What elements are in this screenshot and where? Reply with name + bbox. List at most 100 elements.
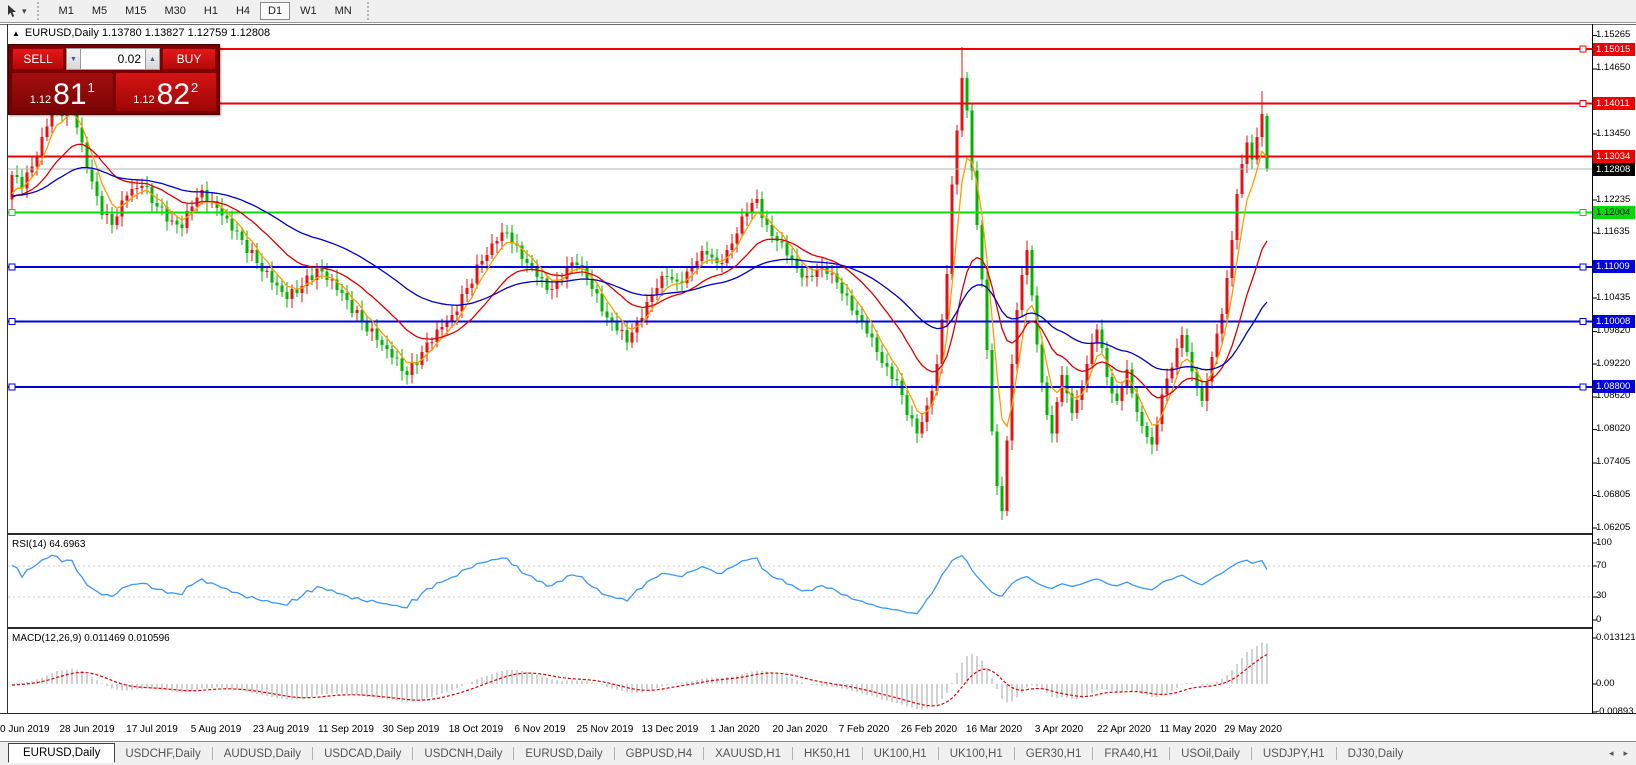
price-axis: 1.15265 1.14650 1.13450 1.12235 1.11635 1.104… (1593, 0, 1636, 765)
chart-canvas[interactable] (0, 0, 1636, 765)
chart-tab-usdcnh-daily[interactable]: USDCNH,Daily (414, 745, 512, 763)
price-tick-label: 1.13450 (1596, 128, 1631, 139)
chart-tab-xauusd-h1[interactable]: XAUUSD,H1 (705, 745, 791, 763)
chart-tab-uk100-h1[interactable]: UK100,H1 (864, 745, 937, 763)
price-tick-label: 1.06805 (1596, 489, 1631, 500)
chevron-down-icon[interactable]: ▾ (22, 6, 27, 17)
toolbar-grip (36, 2, 44, 20)
rsi-tick-label: 30 (1596, 590, 1607, 601)
date-label: 10 Jun 2019 (0, 724, 50, 735)
tabs-scroll-left-icon[interactable]: ◂ (1609, 748, 1614, 759)
chart-tab-ger30-h1[interactable]: GER30,H1 (1016, 745, 1092, 763)
rsi-tick-label: 100 (1596, 537, 1612, 548)
date-axis: 10 Jun 2019 28 Jun 2019 17 Jul 2019 5 Aug 2… (0, 714, 1636, 741)
date-label: 18 Oct 2019 (448, 724, 504, 735)
sell-price-pip: 1 (87, 80, 95, 95)
tab-separator (1335, 747, 1337, 760)
tab-separator (1092, 747, 1094, 760)
timeframe-button-m15[interactable]: M15 (117, 2, 154, 20)
cursor-tool-icon[interactable] (2, 2, 22, 20)
tab-separator (703, 747, 705, 760)
chart-tab-gbpusd-h4[interactable]: GBPUSD,H4 (616, 745, 702, 763)
date-label: 26 Feb 2020 (900, 724, 958, 735)
date-label: 28 Jun 2019 (59, 724, 115, 735)
date-label: 20 Jan 2020 (772, 724, 828, 735)
chart-tab-dj30-daily[interactable]: DJ30,Daily (1338, 745, 1414, 763)
buy-price-pip: 2 (191, 80, 199, 95)
price-tick-label: 1.11635 (1596, 226, 1630, 237)
chart-tab-usdcad-daily[interactable]: USDCAD,Daily (314, 745, 411, 763)
chart-tab-eurusd-daily[interactable]: EURUSD,Daily (8, 742, 116, 763)
volume-down-button[interactable]: ▼ (66, 48, 81, 70)
sell-button[interactable]: SELL (12, 48, 64, 70)
price-line-badge: 1.15015 (1593, 43, 1635, 56)
collapse-arrow-icon[interactable]: ▲ (12, 29, 20, 38)
chart-tab-hk50-h1[interactable]: HK50,H1 (794, 745, 861, 763)
price-line-badge: 1.10008 (1593, 315, 1635, 328)
chart-tab-eurusd-daily[interactable]: EURUSD,Daily (515, 745, 612, 763)
buy-price-small: 1.12 (133, 94, 155, 106)
date-label: 3 Apr 2020 (1034, 724, 1084, 735)
tabs-scroll-right-icon[interactable]: ▸ (1623, 748, 1628, 759)
chart-tab-usdchf-daily[interactable]: USDCHF,Daily (115, 745, 210, 763)
chart-tab-audusd-daily[interactable]: AUDUSD,Daily (214, 745, 311, 763)
price-tick-label: 1.10435 (1596, 292, 1631, 303)
timeframe-button-w1[interactable]: W1 (292, 2, 325, 20)
volume-up-button[interactable]: ▲ (145, 48, 160, 70)
timeframe-button-h4[interactable]: H4 (228, 2, 258, 20)
date-label: 13 Dec 2019 (641, 724, 699, 735)
date-label: 25 Nov 2019 (576, 724, 634, 735)
price-tick-label: 1.08020 (1596, 423, 1631, 434)
timeframe-button-mn[interactable]: MN (327, 2, 360, 20)
date-label: 11 Sep 2019 (318, 724, 374, 735)
rsi-tick-label: 0 (1596, 614, 1602, 625)
macd-tick-label: 0.00 (1596, 678, 1615, 689)
chart-tab-usdjpy-h1[interactable]: USDJPY,H1 (1253, 745, 1335, 763)
rsi-tick-label: 70 (1596, 560, 1607, 571)
timeframe-button-m30[interactable]: M30 (157, 2, 194, 20)
date-label: 11 May 2020 (1159, 724, 1217, 735)
chart-tab-uk100-h1[interactable]: UK100,H1 (940, 745, 1013, 763)
date-label: 23 Aug 2019 (252, 724, 310, 735)
price-tick-label: 1.07405 (1596, 456, 1631, 467)
date-label: 17 Jul 2019 (126, 724, 178, 735)
rsi-layer (8, 554, 1592, 615)
buy-button[interactable]: BUY (162, 48, 216, 70)
date-label: 5 Aug 2019 (190, 724, 242, 735)
chart-tab-usoil-daily[interactable]: USOil,Daily (1171, 745, 1250, 763)
rsi-label: RSI(14) 64.6963 (12, 539, 86, 550)
moving-averages-layer (11, 112, 1268, 428)
price-line-badge: 1.14011 (1593, 97, 1635, 110)
sell-price-display[interactable]: 1.12 81 1 (12, 73, 113, 111)
sell-price-small: 1.12 (29, 94, 52, 106)
price-line-badge: 1.13034 (1593, 150, 1635, 163)
macd-label: MACD(12,26,9) 0.011469 0.010596 (12, 633, 170, 644)
tab-separator (211, 747, 213, 760)
timeframe-button-h1[interactable]: H1 (196, 2, 226, 20)
price-tick-label: 1.12235 (1596, 194, 1631, 205)
date-label: 29 May 2020 (1224, 724, 1282, 735)
price-line-badge: 1.12004 (1593, 206, 1635, 219)
horizontal-lines-layer (8, 45, 1592, 391)
price-tick-label: 1.14650 (1596, 62, 1631, 73)
tab-separator (1250, 747, 1252, 760)
axis-ticks (21, 34, 1597, 717)
tab-separator (312, 747, 314, 760)
timeframe-button-m5[interactable]: M5 (84, 2, 115, 20)
chart-symbol: EURUSD,Daily (24, 27, 99, 39)
chart-tab-bar: EURUSD,Daily USDCHF,Daily AUDUSD,Daily USDC… (0, 741, 1636, 765)
one-click-trade-panel: SELL ▼ ▲ BUY 1.12 81 1 1.12 82 2 (8, 44, 220, 115)
buy-price-display[interactable]: 1.12 82 2 (115, 73, 216, 111)
timeframe-toolbar: ▾ M1 M5 M15 M30 H1 H4 D1 W1 MN (0, 0, 1636, 23)
macd-tick-label: 0.013121 (1596, 632, 1636, 643)
candles-layer (10, 47, 1269, 521)
tab-separator (613, 747, 615, 760)
chart-tab-fra40-h1[interactable]: FRA40,H1 (1094, 745, 1168, 763)
date-label: 6 Nov 2019 (514, 724, 566, 735)
volume-input[interactable] (81, 48, 145, 70)
chart-title: ▲ EURUSD,Daily 1.13780 1.13827 1.12759 1.… (12, 27, 270, 39)
date-label: 7 Feb 2020 (838, 724, 890, 735)
timeframe-button-m1[interactable]: M1 (51, 2, 82, 20)
price-tick-label: 1.09220 (1596, 358, 1631, 369)
timeframe-button-d1[interactable]: D1 (260, 2, 291, 20)
